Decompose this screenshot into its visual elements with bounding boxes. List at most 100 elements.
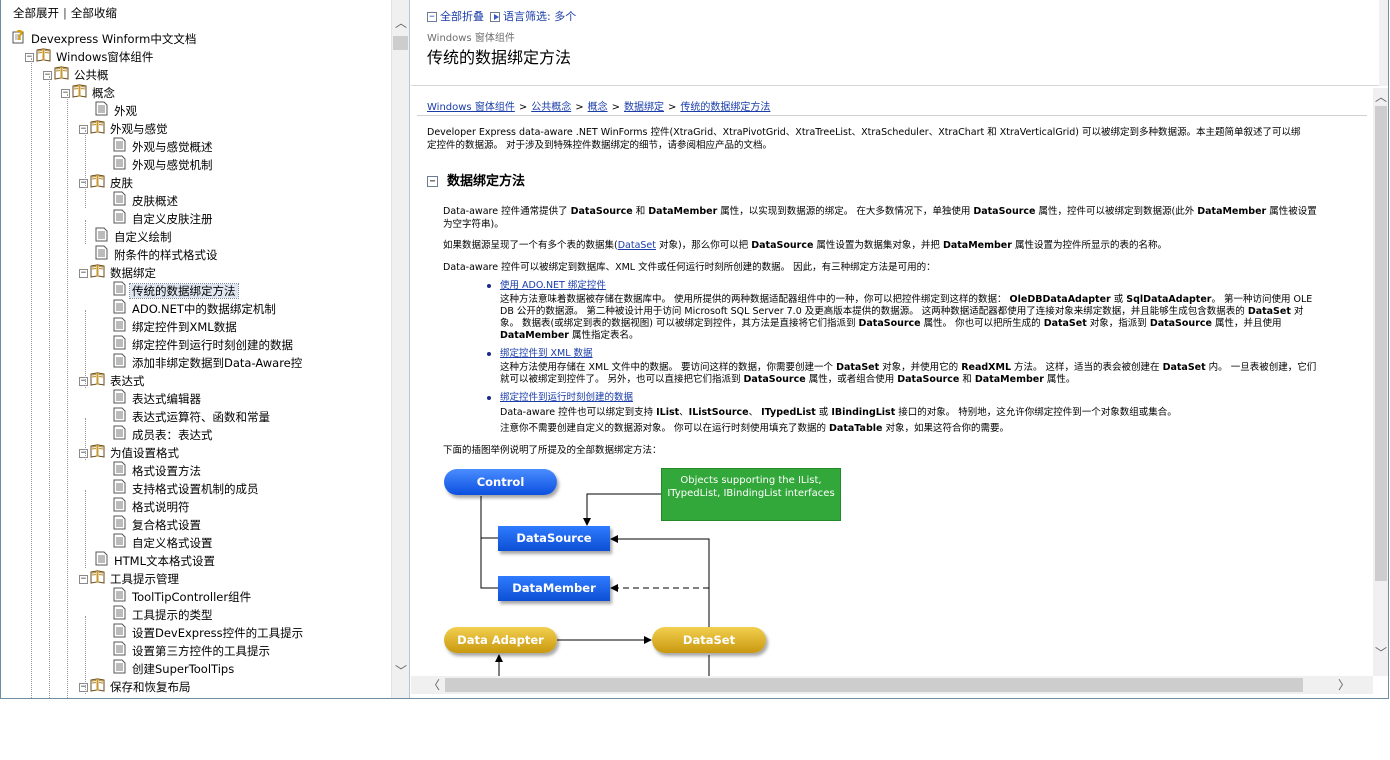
language-filter-value[interactable]: 多个 bbox=[554, 10, 576, 23]
tree-item[interactable]: 格式设置方法 bbox=[112, 461, 203, 479]
page-icon bbox=[112, 641, 127, 661]
scroll-left-icon[interactable]: 〈 bbox=[425, 676, 443, 694]
tree-scroll-thumb[interactable] bbox=[393, 36, 408, 50]
tree-item-label: 成员表：表达式 bbox=[132, 428, 213, 442]
tree-item[interactable]: − 公共概 bbox=[43, 65, 111, 83]
tree-item[interactable]: 成员表：表达式 bbox=[112, 425, 215, 443]
topic-scroll-thumb[interactable] bbox=[1375, 106, 1387, 581]
scroll-down-icon[interactable]: ﹀ bbox=[392, 662, 409, 680]
tree-item[interactable]: 设置第三方控件的工具提示 bbox=[112, 641, 272, 659]
language-filter-label[interactable]: 语言筛选: bbox=[503, 10, 551, 23]
tree-item[interactable]: − Windows窗体组件 bbox=[25, 47, 155, 65]
tree-item[interactable]: 传统的数据绑定方法 bbox=[112, 281, 239, 299]
tree-item[interactable]: 绑定控件到运行时刻创建的数据 bbox=[112, 335, 295, 353]
tree-item[interactable]: 表达式编辑器 bbox=[112, 389, 203, 407]
tree-item-label: 附条件的样式格式设 bbox=[114, 248, 218, 262]
bullet-2-line-1: 这种方法使用存储在 XML 文件中的数据。 要访问这样的数据，你需要创建一个 D… bbox=[500, 362, 1317, 373]
bullet-marker bbox=[487, 396, 491, 400]
bullet-1-line-3: 象。 数据表(或绑定到表的数据视图) 可以被绑定到控件，其方法是直接将它们指派到… bbox=[500, 318, 1282, 329]
topic-hscroll-thumb[interactable] bbox=[445, 678, 1303, 692]
page-icon bbox=[112, 659, 127, 679]
tree-item[interactable]: ADO.NET中的数据绑定机制 bbox=[112, 299, 278, 317]
tree-item[interactable]: 支持格式设置机制的成员 bbox=[112, 479, 261, 497]
tree-item[interactable]: − 保存和恢复布局 bbox=[79, 677, 193, 695]
tree-expander-icon[interactable]: − bbox=[25, 52, 34, 62]
tree-item[interactable]: ToolTipController组件 bbox=[112, 587, 253, 605]
topic-vertical-scrollbar[interactable]: ︿ ﹀ bbox=[1372, 88, 1388, 676]
tree-item[interactable]: 自定义皮肤注册 bbox=[112, 209, 215, 227]
tree-item[interactable]: ? Devexpress Winform中文文档 bbox=[11, 29, 198, 47]
bullet-marker bbox=[487, 284, 491, 288]
runtime-data-binding-link[interactable]: 绑定控件到运行时刻创建的数据 bbox=[500, 392, 633, 403]
collapse-all-icon[interactable]: − bbox=[427, 12, 437, 22]
tree-item[interactable]: 外观与感觉机制 bbox=[112, 155, 215, 173]
help-page-icon: ? bbox=[11, 29, 26, 49]
tree-item[interactable]: 添加非绑定数据到Data-Aware控 bbox=[112, 353, 304, 371]
tree-expander-icon[interactable]: − bbox=[79, 682, 88, 692]
section-heading[interactable]: − 数据绑定方法 bbox=[427, 170, 525, 189]
tree-item[interactable]: − 为值设置格式 bbox=[79, 443, 181, 461]
collapse-all-link[interactable]: 全部收缩 bbox=[71, 6, 117, 20]
expand-all-link[interactable]: 全部展开 bbox=[13, 6, 59, 20]
tree-vertical-scrollbar[interactable]: ︿ ﹀ bbox=[391, 0, 409, 698]
tree-item-label: ToolTipController组件 bbox=[132, 590, 252, 604]
tree-item[interactable]: 格式说明符 bbox=[112, 497, 192, 515]
tree-item[interactable]: 自定义绘制 bbox=[94, 227, 174, 245]
bullet-2-line-2: 就可以被绑定到控件了。 另外，也可以直接把它们指派到 DataSource 属性… bbox=[500, 374, 1076, 385]
tree-expander-icon[interactable]: − bbox=[79, 124, 88, 134]
tree-item[interactable]: − 工具提示管理 bbox=[79, 569, 181, 587]
tree-item[interactable]: 外观 bbox=[94, 101, 139, 119]
tree-item-label: HTML文本格式设置 bbox=[114, 554, 216, 568]
tree-guide-line bbox=[85, 310, 86, 388]
tree-item-label: 皮肤 bbox=[110, 176, 133, 190]
breadcrumb-current-topic[interactable]: 传统的数据绑定方法 bbox=[680, 102, 770, 113]
scroll-down-icon[interactable]: ﹀ bbox=[1372, 644, 1388, 662]
xml-binding-link[interactable]: 绑定控件到 XML 数据 bbox=[500, 348, 593, 359]
tree-item[interactable]: 创建SuperToolTips bbox=[112, 659, 236, 677]
tree-expander-icon[interactable]: − bbox=[79, 376, 88, 386]
ado-net-binding-link[interactable]: 使用 ADO.NET 绑定控件 bbox=[500, 280, 606, 291]
tree-item[interactable]: 绑定控件到XML数据 bbox=[112, 317, 239, 335]
breadcrumb-windows-forms[interactable]: Windows 窗体组件 bbox=[427, 102, 515, 113]
page-icon bbox=[112, 533, 127, 553]
tree-expander-icon[interactable]: − bbox=[79, 448, 88, 458]
breadcrumb-concepts[interactable]: 概念 bbox=[588, 102, 608, 113]
collapse-all-button[interactable]: 全部折叠 bbox=[440, 10, 484, 23]
tree-item[interactable]: − 皮肤 bbox=[79, 173, 135, 191]
breadcrumb-data-binding[interactable]: 数据绑定 bbox=[624, 102, 664, 113]
scroll-right-icon[interactable]: 〉 bbox=[1335, 676, 1353, 694]
tree-item[interactable]: − 数据绑定 bbox=[79, 263, 158, 281]
tree-item[interactable]: 外观与感觉概述 bbox=[112, 137, 215, 155]
tree-item[interactable]: 附条件的样式格式设 bbox=[94, 245, 220, 263]
topic-content-pane: − 全部折叠 语言筛选: 多个 Windows 窗体组件 传统的数据绑定方法 Win… bbox=[411, 0, 1388, 698]
tree-item[interactable]: − 概念 bbox=[61, 83, 117, 101]
tree-expander-icon[interactable]: − bbox=[79, 574, 88, 584]
tree-expander-icon[interactable]: − bbox=[79, 268, 88, 278]
tree-item[interactable]: − 表达式 bbox=[79, 371, 147, 389]
tree-item[interactable]: 自定义格式设置 bbox=[112, 533, 215, 551]
tree-expander-icon[interactable]: − bbox=[79, 178, 88, 188]
tree-item-label: 表达式编辑器 bbox=[132, 392, 201, 406]
tree-item-label: 工具提示的类型 bbox=[132, 608, 213, 622]
scroll-up-icon[interactable]: ︿ bbox=[1372, 88, 1388, 106]
page-icon bbox=[112, 461, 127, 481]
section-collapse-icon[interactable]: − bbox=[427, 176, 438, 187]
tree-expander-icon[interactable]: − bbox=[61, 88, 70, 98]
topic-horizontal-scrollbar[interactable]: 〈 〉 bbox=[411, 676, 1373, 694]
tree-item[interactable]: 表达式运算符、函数和常量 bbox=[112, 407, 272, 425]
tree-item-label: 设置DevExpress控件的工具提示 bbox=[132, 626, 304, 640]
dataset-link[interactable]: DataSet bbox=[618, 240, 656, 251]
dataset-node: DataSet bbox=[652, 627, 766, 653]
tree-item[interactable]: 皮肤概述 bbox=[112, 191, 180, 209]
scroll-up-icon[interactable]: ︿ bbox=[392, 14, 409, 32]
tree-item[interactable]: HTML文本格式设置 bbox=[94, 551, 217, 569]
tree-expander-icon[interactable]: − bbox=[43, 70, 52, 80]
breadcrumb-common-concepts[interactable]: 公共概念 bbox=[531, 102, 571, 113]
page-icon bbox=[112, 605, 127, 625]
tree-item[interactable]: 设置DevExpress控件的工具提示 bbox=[112, 623, 305, 641]
language-filter-icon[interactable] bbox=[490, 12, 500, 22]
topic-category: Windows 窗体组件 bbox=[427, 33, 515, 44]
tree-item[interactable]: 工具提示的类型 bbox=[112, 605, 215, 623]
tree-item[interactable]: 复合格式设置 bbox=[112, 515, 203, 533]
tree-item[interactable]: − 外观与感觉 bbox=[79, 119, 170, 137]
